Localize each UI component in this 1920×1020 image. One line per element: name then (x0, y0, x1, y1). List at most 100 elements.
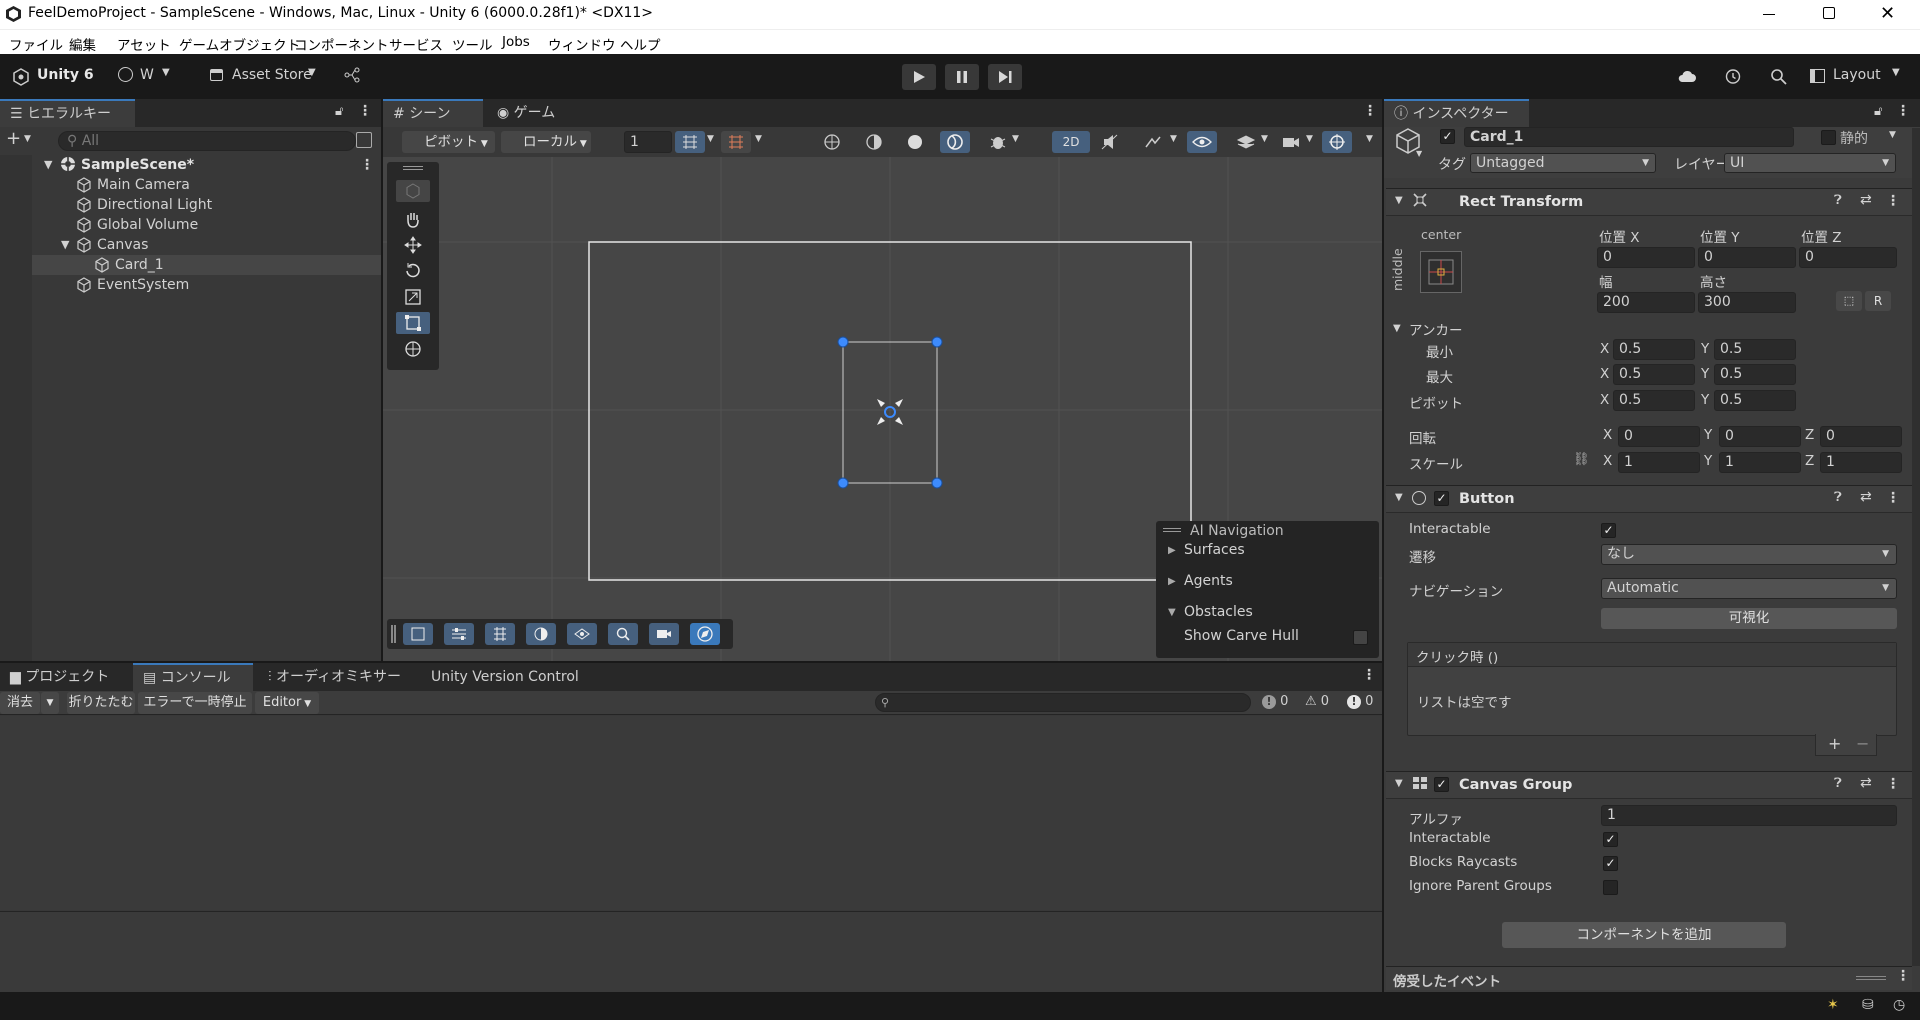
canvas-group-header[interactable]: ▼ ✓ Canvas Group ❓︎ ⇄ ⋮ (1386, 771, 1912, 799)
width-input[interactable]: 200 (1597, 292, 1695, 313)
move-tool-icon[interactable] (396, 234, 430, 256)
menu-edit[interactable]: 編集 (69, 34, 96, 54)
foldout-arrow-icon[interactable]: ▼ (1168, 607, 1176, 618)
help-icon[interactable]: ❓︎ (1834, 776, 1842, 791)
more-icon[interactable]: ⋮ (358, 103, 372, 119)
gizmos-dropdown-icon[interactable]: ▼ (1366, 134, 1373, 144)
overlay-item-agents[interactable]: Agents (1184, 573, 1233, 589)
fx-toggle-icon[interactable] (1138, 131, 1168, 153)
effects-dropdown-icon[interactable]: ▼ (1012, 134, 1019, 144)
grid-overlay-icon[interactable] (485, 623, 515, 645)
search-overlay-icon[interactable] (608, 623, 638, 645)
error-pause-button[interactable]: エラーで一時停止 (138, 692, 252, 714)
menu-window[interactable]: ウィンドウ (548, 34, 616, 54)
help-icon[interactable]: ❓︎ (1834, 193, 1842, 208)
tab-inspector[interactable]: ⓘ インスペクター (1384, 99, 1529, 127)
menu-component[interactable]: コンポーネント (294, 34, 389, 54)
height-input[interactable]: 300 (1698, 292, 1796, 313)
transition-dropdown[interactable]: なし ▼ (1601, 544, 1897, 565)
console-search-input[interactable]: ⚲ (875, 693, 1251, 712)
menu-help[interactable]: ヘルプ (620, 34, 661, 54)
tab-scene[interactable]: # シーン (383, 99, 483, 127)
remove-event-icon[interactable]: − (1856, 734, 1869, 753)
menu-services[interactable]: サービス (389, 34, 443, 54)
active-checkbox[interactable]: ✓ (1440, 129, 1455, 144)
global-toggle-icon[interactable] (817, 131, 847, 153)
menu-tools[interactable]: ツール (452, 34, 493, 54)
button-enabled-checkbox[interactable]: ✓ (1434, 491, 1449, 506)
clear-button[interactable]: 消去 (0, 692, 40, 714)
pos-z-input[interactable]: 0 (1799, 247, 1897, 268)
progress-status-icon[interactable]: ◷ (1893, 997, 1905, 1013)
list-item[interactable]: Global Volume (0, 215, 381, 235)
foldout-arrow-icon[interactable]: ▶ (1168, 545, 1176, 556)
console-detail-area[interactable] (0, 911, 1382, 992)
clear-dropdown-button[interactable]: ▼ (41, 692, 59, 714)
static-dropdown-icon[interactable]: ▼ (1889, 130, 1896, 140)
asset-store-label[interactable]: Asset Store (232, 67, 312, 83)
add-event-icon[interactable]: + (1828, 734, 1841, 753)
account-dropdown-icon[interactable]: ▼ (162, 67, 170, 78)
ignore-parent-groups-checkbox[interactable] (1603, 880, 1618, 895)
hand-tool-icon[interactable] (396, 208, 430, 230)
list-item[interactable]: ▼ Canvas (0, 235, 381, 255)
tab-hierarchy[interactable]: ☰ ヒエラルキー (0, 99, 135, 127)
tab-audio-mixer[interactable]: ⫶ オーディオミキサー (258, 663, 418, 691)
scene-row[interactable]: ▼ SampleScene* ⋮ (0, 155, 381, 175)
rotation-z-input[interactable]: 0 (1820, 426, 1902, 447)
visualize-button[interactable]: 可視化 (1601, 608, 1897, 629)
expand-arrow-icon[interactable]: ▼ (44, 155, 52, 175)
foldout-arrow-icon[interactable]: ▶ (1168, 576, 1176, 587)
shaded-sphere-icon[interactable] (900, 131, 930, 153)
overlay-item-surfaces[interactable]: Surfaces (1184, 542, 1245, 558)
preset-icon[interactable]: ⇄ (1860, 192, 1872, 208)
pivot-dropdown[interactable]: ピボット ▼ (402, 131, 495, 153)
collapse-button[interactable]: 折りたたむ (67, 692, 135, 714)
foldout-arrow-icon[interactable]: ▼ (1393, 323, 1401, 334)
tab-project[interactable]: ▆ プロジェクト (0, 663, 130, 691)
sliders-overlay-icon[interactable] (444, 623, 474, 645)
layer-dropdown[interactable]: UI ▼ (1724, 153, 1896, 173)
blueprint-mode-button[interactable]: ⬚ (1836, 291, 1862, 311)
lock-icon[interactable]: 🔓︎ (1874, 104, 1882, 119)
camera-icon[interactable] (1276, 131, 1306, 153)
cg-interactable-checkbox[interactable]: ✓ (1603, 832, 1618, 847)
unity-version-label[interactable]: Unity 6 (37, 67, 94, 83)
anchor-min-x-input[interactable]: 0.5 (1613, 339, 1695, 360)
anchor-max-y-input[interactable]: 0.5 (1714, 364, 1796, 385)
account-label[interactable]: W (140, 67, 154, 83)
interactable-checkbox[interactable]: ✓ (1601, 523, 1616, 538)
menu-assets[interactable]: アセット (117, 34, 171, 54)
version-control-icon[interactable] (344, 67, 360, 83)
more-icon[interactable]: ⋮ (1886, 490, 1900, 506)
layers-icon[interactable] (1231, 131, 1261, 153)
anchor-max-x-input[interactable]: 0.5 (1613, 364, 1695, 385)
restore-icon[interactable] (1823, 7, 1835, 19)
error-count[interactable]: ! 0 (1347, 694, 1373, 709)
audio-mute-icon[interactable] (1095, 131, 1125, 153)
intercepted-events-header[interactable]: 傍受したイベント ⋮ (1386, 966, 1912, 990)
pivot-x-input[interactable]: 0.5 (1613, 390, 1695, 411)
canvas-group-enabled-checkbox[interactable]: ✓ (1434, 777, 1449, 792)
add-object-button[interactable]: + ▼ (6, 130, 31, 148)
navmesh-overlay-icon[interactable] (567, 623, 597, 645)
scale-z-input[interactable]: 1 (1820, 452, 1902, 473)
layers-dropdown-icon[interactable]: ▼ (1261, 134, 1268, 144)
anchor-min-y-input[interactable]: 0.5 (1714, 339, 1796, 360)
lock-icon[interactable]: 🔓︎ (335, 104, 343, 119)
list-item[interactable]: Main Camera (0, 175, 381, 195)
preset-icon[interactable]: ⇄ (1860, 775, 1872, 791)
more-icon[interactable]: ⋮ (1896, 103, 1910, 119)
visibility-eye-icon[interactable] (1187, 131, 1217, 153)
foldout-arrow-icon[interactable]: ▼ (1395, 492, 1403, 503)
play-button[interactable] (902, 64, 936, 90)
navigation-dropdown[interactable]: Automatic ▼ (1601, 578, 1897, 599)
object-name-input[interactable]: Card_1 (1464, 127, 1794, 147)
transform-tool-icon[interactable] (396, 338, 430, 360)
rotate-tool-icon[interactable] (396, 260, 430, 282)
rect-overlay-icon[interactable] (403, 623, 433, 645)
tab-console[interactable]: ▤ コンソール (133, 663, 253, 691)
preset-icon[interactable]: ⇄ (1860, 489, 1872, 505)
menu-jobs[interactable]: Jobs (502, 34, 530, 50)
layout-dropdown-icon[interactable]: ▼ (1892, 67, 1900, 78)
